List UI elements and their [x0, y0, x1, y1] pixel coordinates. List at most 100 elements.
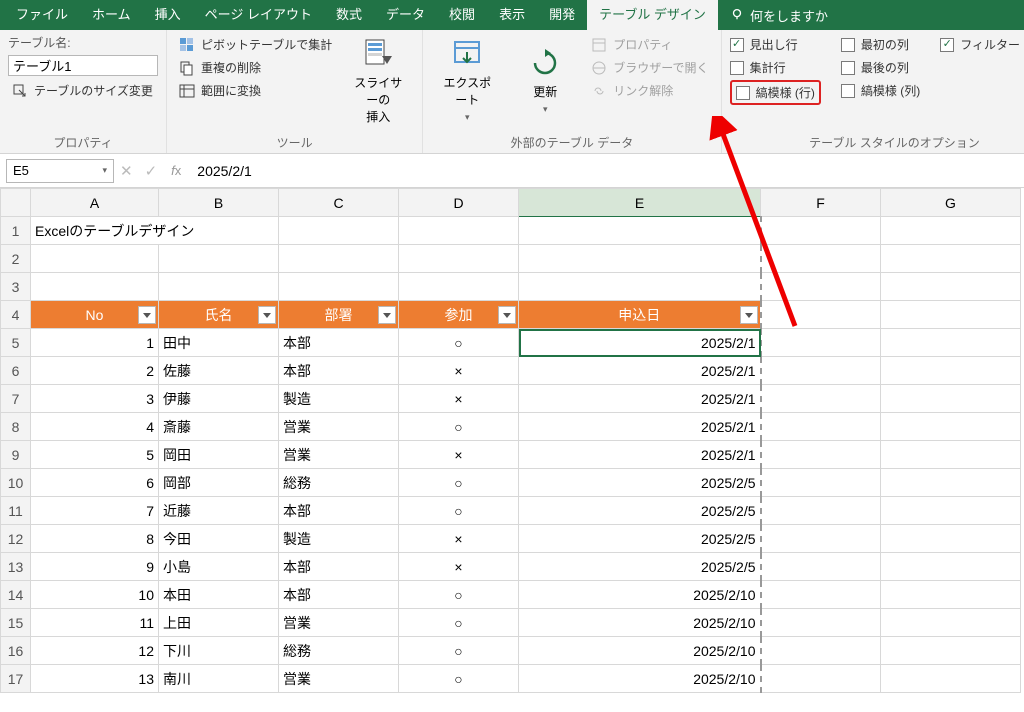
cell[interactable] — [881, 553, 1021, 581]
cell[interactable] — [881, 497, 1021, 525]
cell[interactable]: 2025/2/1 — [519, 413, 761, 441]
row-header[interactable]: 7 — [1, 385, 31, 413]
cell[interactable] — [399, 217, 519, 245]
row-header[interactable]: 12 — [1, 525, 31, 553]
cell[interactable]: 本部 — [279, 581, 399, 609]
cell[interactable]: 7 — [31, 497, 159, 525]
fx-button[interactable]: fx — [163, 163, 189, 178]
cell[interactable]: 2025/2/10 — [519, 637, 761, 665]
cell[interactable] — [881, 413, 1021, 441]
cell[interactable]: 上田 — [159, 609, 279, 637]
cell[interactable]: 製造 — [279, 385, 399, 413]
convert-to-range-button[interactable]: 範囲に変換 — [175, 80, 336, 101]
row-header[interactable]: 6 — [1, 357, 31, 385]
cell[interactable] — [761, 245, 881, 273]
col-header-F[interactable]: F — [761, 189, 881, 217]
table-header-date[interactable]: 申込日 — [519, 301, 761, 329]
resize-table-button[interactable]: テーブルのサイズ変更 — [8, 80, 158, 101]
col-header-A[interactable]: A — [31, 189, 159, 217]
cell[interactable]: ○ — [399, 665, 519, 693]
cell[interactable]: 本部 — [279, 497, 399, 525]
cell[interactable] — [761, 581, 881, 609]
first-column-checkbox[interactable]: 最初の列 — [841, 34, 920, 55]
cell[interactable]: 岡田 — [159, 441, 279, 469]
last-column-checkbox[interactable]: 最後の列 — [841, 57, 920, 78]
cell[interactable]: 2 — [31, 357, 159, 385]
cell[interactable] — [761, 609, 881, 637]
cell[interactable] — [881, 245, 1021, 273]
cell[interactable]: 伊藤 — [159, 385, 279, 413]
total-row-checkbox[interactable]: 集計行 — [730, 57, 821, 78]
table-header-attend[interactable]: 参加 — [399, 301, 519, 329]
select-all-corner[interactable] — [1, 189, 31, 217]
tab-insert[interactable]: 挿入 — [143, 0, 193, 30]
cell[interactable] — [279, 245, 399, 273]
cell[interactable] — [31, 245, 159, 273]
row-header[interactable]: 13 — [1, 553, 31, 581]
row-header[interactable]: 1 — [1, 217, 31, 245]
cell[interactable] — [761, 413, 881, 441]
col-header-E[interactable]: E — [519, 189, 761, 217]
banded-rows-checkbox[interactable]: 縞模様 (行) — [736, 82, 815, 103]
filter-dropdown-button[interactable] — [498, 306, 516, 324]
cancel-formula-icon[interactable]: ✕ — [114, 162, 139, 180]
formula-input[interactable]: 2025/2/1 — [189, 163, 1024, 179]
cell[interactable]: ○ — [399, 581, 519, 609]
cell[interactable]: ○ — [399, 469, 519, 497]
cell[interactable] — [761, 301, 881, 329]
cell[interactable]: 小島 — [159, 553, 279, 581]
row-header[interactable]: 11 — [1, 497, 31, 525]
cell[interactable] — [279, 273, 399, 301]
cell[interactable] — [761, 273, 881, 301]
cell[interactable]: 2025/2/1 — [519, 329, 761, 357]
table-header-no[interactable]: No — [31, 301, 159, 329]
cell[interactable]: 2025/2/10 — [519, 609, 761, 637]
cell[interactable]: 2025/2/10 — [519, 581, 761, 609]
header-row-checkbox[interactable]: 見出し行 — [730, 34, 821, 55]
cell[interactable]: 5 — [31, 441, 159, 469]
tab-data[interactable]: データ — [374, 0, 437, 30]
cell[interactable] — [761, 637, 881, 665]
cell[interactable] — [761, 357, 881, 385]
export-button[interactable]: エクスポート ▾ — [431, 34, 503, 127]
row-header[interactable]: 8 — [1, 413, 31, 441]
cell[interactable]: 総務 — [279, 637, 399, 665]
cell[interactable] — [761, 469, 881, 497]
cell[interactable] — [519, 217, 761, 245]
cell[interactable]: 8 — [31, 525, 159, 553]
cell[interactable] — [31, 273, 159, 301]
insert-slicer-button[interactable]: スライサーの 挿入 — [342, 34, 414, 129]
cell[interactable]: 製造 — [279, 525, 399, 553]
cell[interactable] — [399, 245, 519, 273]
cell[interactable]: 下川 — [159, 637, 279, 665]
cell[interactable] — [761, 553, 881, 581]
cell[interactable]: 10 — [31, 581, 159, 609]
cell[interactable]: 岡部 — [159, 469, 279, 497]
cell[interactable]: 13 — [31, 665, 159, 693]
cell[interactable]: 2025/2/5 — [519, 525, 761, 553]
cell[interactable]: 本田 — [159, 581, 279, 609]
cell[interactable]: 4 — [31, 413, 159, 441]
cell[interactable] — [399, 273, 519, 301]
cell[interactable] — [881, 469, 1021, 497]
cell[interactable]: 6 — [31, 469, 159, 497]
cell[interactable]: 本部 — [279, 329, 399, 357]
col-header-B[interactable]: B — [159, 189, 279, 217]
cell[interactable]: 本部 — [279, 357, 399, 385]
refresh-button[interactable]: 更新 ▾ — [509, 34, 581, 127]
cell[interactable]: ○ — [399, 329, 519, 357]
tab-developer[interactable]: 開発 — [537, 0, 587, 30]
cell[interactable]: 営業 — [279, 413, 399, 441]
col-header-C[interactable]: C — [279, 189, 399, 217]
cell[interactable]: 南川 — [159, 665, 279, 693]
cell[interactable]: 今田 — [159, 525, 279, 553]
row-header[interactable]: 3 — [1, 273, 31, 301]
cell[interactable] — [881, 329, 1021, 357]
cell[interactable]: × — [399, 553, 519, 581]
tab-formulas[interactable]: 数式 — [324, 0, 374, 30]
filter-dropdown-button[interactable] — [378, 306, 396, 324]
filter-dropdown-button[interactable] — [138, 306, 156, 324]
cell[interactable] — [881, 301, 1021, 329]
cell[interactable]: Excelのテーブルデザイン — [31, 217, 279, 245]
cell[interactable] — [881, 637, 1021, 665]
